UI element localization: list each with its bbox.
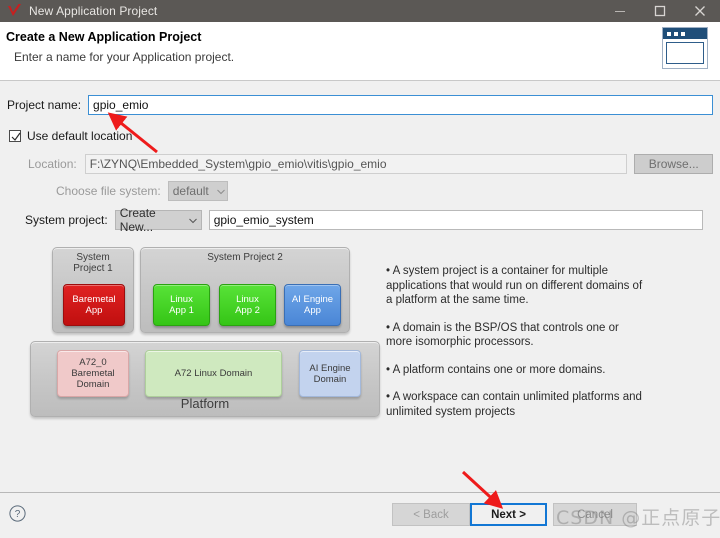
- location-row: Location: Browse...: [28, 154, 713, 174]
- dialog-footer: ? < Back Next > Cancel: [0, 493, 720, 538]
- location-label: Location:: [28, 157, 77, 171]
- page-subtitle: Enter a name for your Application projec…: [14, 50, 235, 64]
- location-input[interactable]: [84, 154, 628, 174]
- choose-file-system-label: Choose file system:: [56, 184, 161, 198]
- application-window-icon: [662, 27, 710, 71]
- system-project-1-title: System Project 1: [73, 252, 113, 274]
- info-bullets: • A system project is a container for mu…: [386, 264, 716, 432]
- vitis-check-icon: [4, 0, 26, 22]
- system-project-2-slab: System Project 2 Linux App 1 Linux App 2…: [140, 247, 350, 333]
- platform-label: Platform: [180, 396, 230, 411]
- window-controls: [600, 0, 720, 22]
- bullet-platform: • A platform contains one or more domain…: [386, 363, 606, 376]
- page-title: Create a New Application Project: [6, 30, 202, 44]
- new-application-project-dialog: New Application Project Create a New App…: [0, 0, 720, 538]
- choose-file-system-select[interactable]: default: [167, 181, 228, 201]
- project-name-row: Project name:: [7, 95, 713, 115]
- a72-linux-domain-chip: A72 Linux Domain: [145, 350, 282, 397]
- title-bar: New Application Project: [0, 0, 720, 22]
- system-project-select-value: Create New...: [119, 206, 156, 234]
- choose-file-system-value: default: [172, 184, 209, 198]
- window-title: New Application Project: [29, 4, 158, 18]
- bullet-system-project: • A system project is a container for mu…: [386, 265, 643, 306]
- ai-engine-domain-chip: AI Engine Domain: [299, 350, 361, 397]
- minimize-icon[interactable]: [600, 0, 640, 22]
- choose-file-system-row: Choose file system: default: [56, 181, 228, 201]
- browse-button[interactable]: Browse...: [634, 154, 713, 174]
- cancel-button[interactable]: Cancel: [553, 503, 637, 526]
- system-project-2-title: System Project 2: [207, 252, 283, 263]
- system-project-select[interactable]: Create New...: [114, 206, 202, 234]
- system-project-name-input[interactable]: [208, 210, 703, 230]
- dialog-header: Create a New Application Project Enter a…: [0, 22, 720, 80]
- chevron-down-icon: [216, 184, 225, 198]
- help-question-icon[interactable]: ?: [9, 505, 26, 522]
- platform-diagram: System Project 1 Baremetal App System Pr…: [30, 247, 380, 507]
- maximize-icon[interactable]: [640, 0, 680, 22]
- system-project-label: System project:: [25, 213, 108, 227]
- bullet-workspace: • A workspace can contain unlimited plat…: [386, 391, 642, 418]
- chevron-down-icon: [188, 213, 197, 227]
- ai-engine-app-chip: AI Engine App: [284, 284, 341, 326]
- use-default-location-checkbox[interactable]: [9, 130, 21, 142]
- baremetal-app-chip: Baremetal App: [63, 284, 125, 326]
- bullet-domain: • A domain is the BSP/OS that controls o…: [386, 321, 619, 349]
- svg-text:?: ?: [15, 509, 21, 520]
- linux-app-2-chip: Linux App 2: [219, 284, 276, 326]
- next-button[interactable]: Next >: [470, 503, 547, 526]
- back-button[interactable]: < Back: [392, 503, 470, 526]
- system-project-row: System project: Create New...: [25, 206, 715, 234]
- close-icon[interactable]: [680, 0, 720, 22]
- dialog-body: Project name: Use default location Locat…: [0, 81, 720, 492]
- a72-baremetal-domain-chip: A72_0 Baremetal Domain: [57, 350, 129, 397]
- platform-slab: A72_0 Baremetal Domain A72 Linux Domain …: [30, 341, 380, 417]
- use-default-location-row[interactable]: Use default location: [9, 129, 132, 143]
- use-default-location-label: Use default location: [27, 129, 133, 143]
- linux-app-1-chip: Linux App 1: [153, 284, 210, 326]
- system-project-1-slab: System Project 1 Baremetal App: [52, 247, 134, 333]
- project-name-input[interactable]: [88, 95, 713, 115]
- project-name-label: Project name:: [7, 98, 82, 112]
